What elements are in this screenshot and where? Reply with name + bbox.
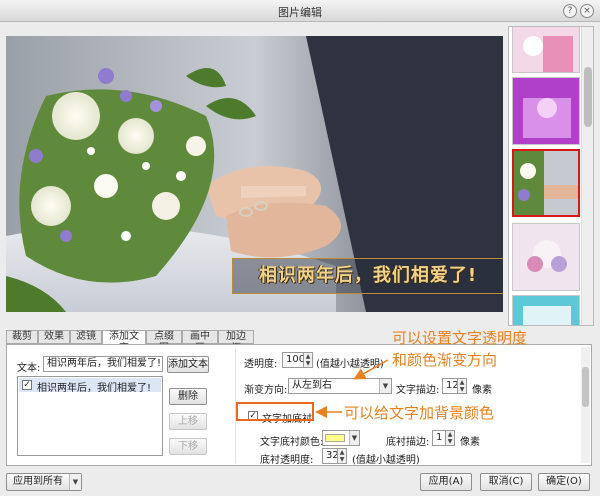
arrow-to-gradient (353, 359, 389, 380)
apply-to-all-select[interactable]: 应用到所有 ▼ (6, 473, 82, 491)
bottom-bar: 应用到所有 ▼ 应用(A) 取消(C) 确定(O) (0, 468, 600, 496)
chevron-down-icon: ▼ (69, 474, 81, 490)
annotation-arrows (315, 359, 421, 482)
ok-button[interactable]: 确定(O) (538, 473, 590, 491)
apply-button[interactable]: 应用(A) (420, 473, 472, 491)
apply-to-all-label: 应用到所有 (13, 476, 63, 487)
cancel-button[interactable]: 取消(C) (480, 473, 532, 491)
